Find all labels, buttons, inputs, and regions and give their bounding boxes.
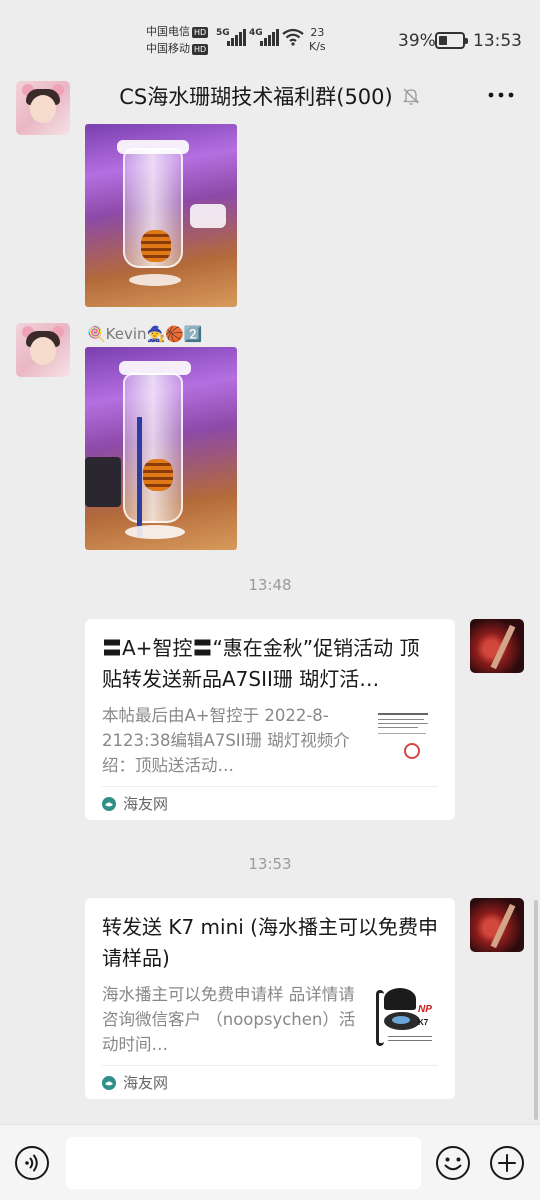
thumb-brand: NP — [418, 1004, 432, 1015]
hd-badge: HD — [192, 43, 209, 55]
battery-percent: 39% — [398, 31, 436, 51]
avatar[interactable] — [470, 619, 524, 673]
link-card[interactable]: 转发送 K7 mini (海水播主可以免费申请样品) 海水播主可以免费申请样 品… — [85, 898, 455, 1099]
haiyou-site-icon — [102, 1075, 116, 1090]
wifi-icon — [282, 28, 304, 46]
battery-icon — [435, 32, 468, 49]
image-message[interactable] — [85, 124, 237, 307]
avatar[interactable] — [470, 898, 524, 952]
message-timestamp: 13:53 — [248, 855, 292, 873]
avatar[interactable] — [16, 323, 70, 377]
link-card-title: 〓A+智控〓“惠在金秋”促销活动 顶贴转发送新品A7SII珊 瑚灯活… — [102, 636, 420, 691]
status-time: 13:53 — [473, 31, 522, 51]
link-card-thumbnail — [374, 707, 438, 771]
message-timestamp: 13:48 — [248, 576, 292, 594]
chat-title-container: CS海水珊瑚技术福利群(500) — [0, 81, 540, 111]
avatar[interactable] — [16, 81, 70, 135]
link-card-description: 海水播主可以免费申请样 品详情请咨询微信客户 （noopsychen）活动时间… — [102, 985, 356, 1054]
sender-name: 🍭Kevin🧙🏀2️⃣ — [87, 325, 203, 343]
plus-icon[interactable] — [489, 1145, 525, 1181]
link-card-source: 海友网 — [102, 786, 438, 820]
input-bar — [0, 1124, 540, 1200]
hd-badge: HD — [192, 26, 209, 38]
voice-input-icon[interactable] — [14, 1145, 50, 1181]
net-speed-value: 23 — [310, 26, 325, 39]
chat-header: CS海水珊瑚技术福利群(500) — [0, 66, 540, 124]
carrier-info: 中国电信 HD 中国移动 HD — [146, 23, 209, 57]
link-card-description: 本帖最后由A+智控于 2022-8-2123:38编辑A7SII珊 瑚灯视频介绍… — [102, 706, 350, 775]
net-speed-unit: K/s — [309, 40, 326, 53]
status-bar: 中国电信 HD 中国移动 HD 5G 4G 23 K/s 39% 13:53 — [0, 0, 540, 66]
thumb-model: K7 — [418, 1018, 429, 1027]
message-input[interactable] — [66, 1137, 421, 1189]
link-card-source: 海友网 — [102, 1065, 438, 1099]
link-card-source-name: 海友网 — [123, 1074, 169, 1092]
net-speed: 23 K/s — [309, 26, 326, 54]
scrollbar[interactable] — [534, 900, 538, 1120]
signal-bars-icon — [260, 28, 279, 46]
emoji-icon[interactable] — [435, 1145, 471, 1181]
carrier-1: 中国电信 — [146, 25, 190, 38]
chat-title[interactable]: CS海水珊瑚技术福利群(500) — [119, 81, 392, 111]
haiyou-site-icon — [102, 796, 116, 811]
link-card-source-name: 海友网 — [123, 795, 169, 813]
signal-bars-icon — [227, 28, 246, 46]
image-message[interactable] — [85, 347, 237, 550]
link-card-title: 转发送 K7 mini (海水播主可以免费申请样品) — [102, 915, 438, 970]
link-card[interactable]: 〓A+智控〓“惠在金秋”促销活动 顶贴转发送新品A7SII珊 瑚灯活… 本帖最后… — [85, 619, 455, 820]
carrier-2: 中国移动 — [146, 42, 190, 55]
link-card-thumbnail: NP K7 — [374, 986, 438, 1050]
more-options-icon[interactable] — [486, 83, 516, 107]
mute-bell-icon — [402, 88, 419, 105]
